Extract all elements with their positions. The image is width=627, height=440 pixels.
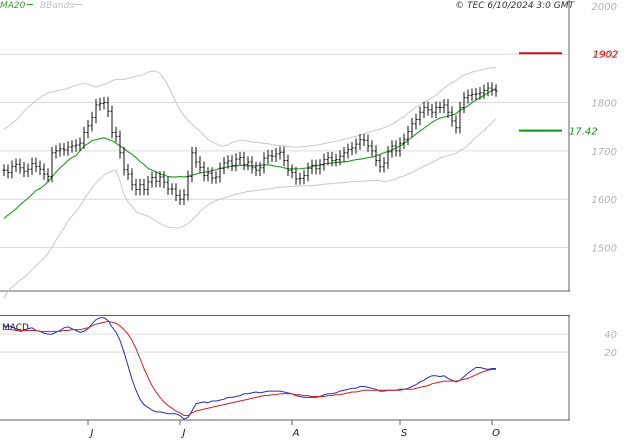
macd-axis-tick-label: 20 xyxy=(604,348,617,359)
x-axis-tick-label: A xyxy=(292,428,300,439)
bbands-legend-label: BBands xyxy=(40,1,74,11)
stock-chart: 150016001700180019002000190217.42 2040MA… xyxy=(0,0,627,439)
price-axis-tick-label: 1500 xyxy=(592,244,617,255)
price-axis-tick-label: 1700 xyxy=(592,147,617,158)
x-axis-tick-label: S xyxy=(401,428,408,439)
price-panel-background xyxy=(0,18,627,291)
x-axis: JJASO xyxy=(87,420,500,439)
macd-panel-background xyxy=(0,316,627,420)
macd-panel: 2040MACD xyxy=(0,315,627,421)
chart-header: MA20 BBands © TEC 6/10/2024 3:0 GMT xyxy=(0,1,576,11)
macd-axis-tick-label: 40 xyxy=(604,330,617,341)
price-axis-tick-label: 1800 xyxy=(592,99,617,110)
x-axis-tick-label: O xyxy=(492,428,500,439)
price-axis-tick-label: 1600 xyxy=(592,195,617,206)
x-axis-tick-label: J xyxy=(89,428,94,439)
price-panel: 150016001700180019002000190217.42 xyxy=(0,0,627,299)
ma20-legend-label: MA20 xyxy=(0,1,26,11)
level-label-green: 17.42 xyxy=(569,127,598,138)
level-label-red: 1902 xyxy=(593,49,618,60)
copyright-timestamp: © TEC 6/10/2024 3:0 GMT xyxy=(455,1,575,11)
price-axis-tick-label: 2000 xyxy=(592,2,617,13)
x-axis-tick-label: J xyxy=(181,428,186,439)
